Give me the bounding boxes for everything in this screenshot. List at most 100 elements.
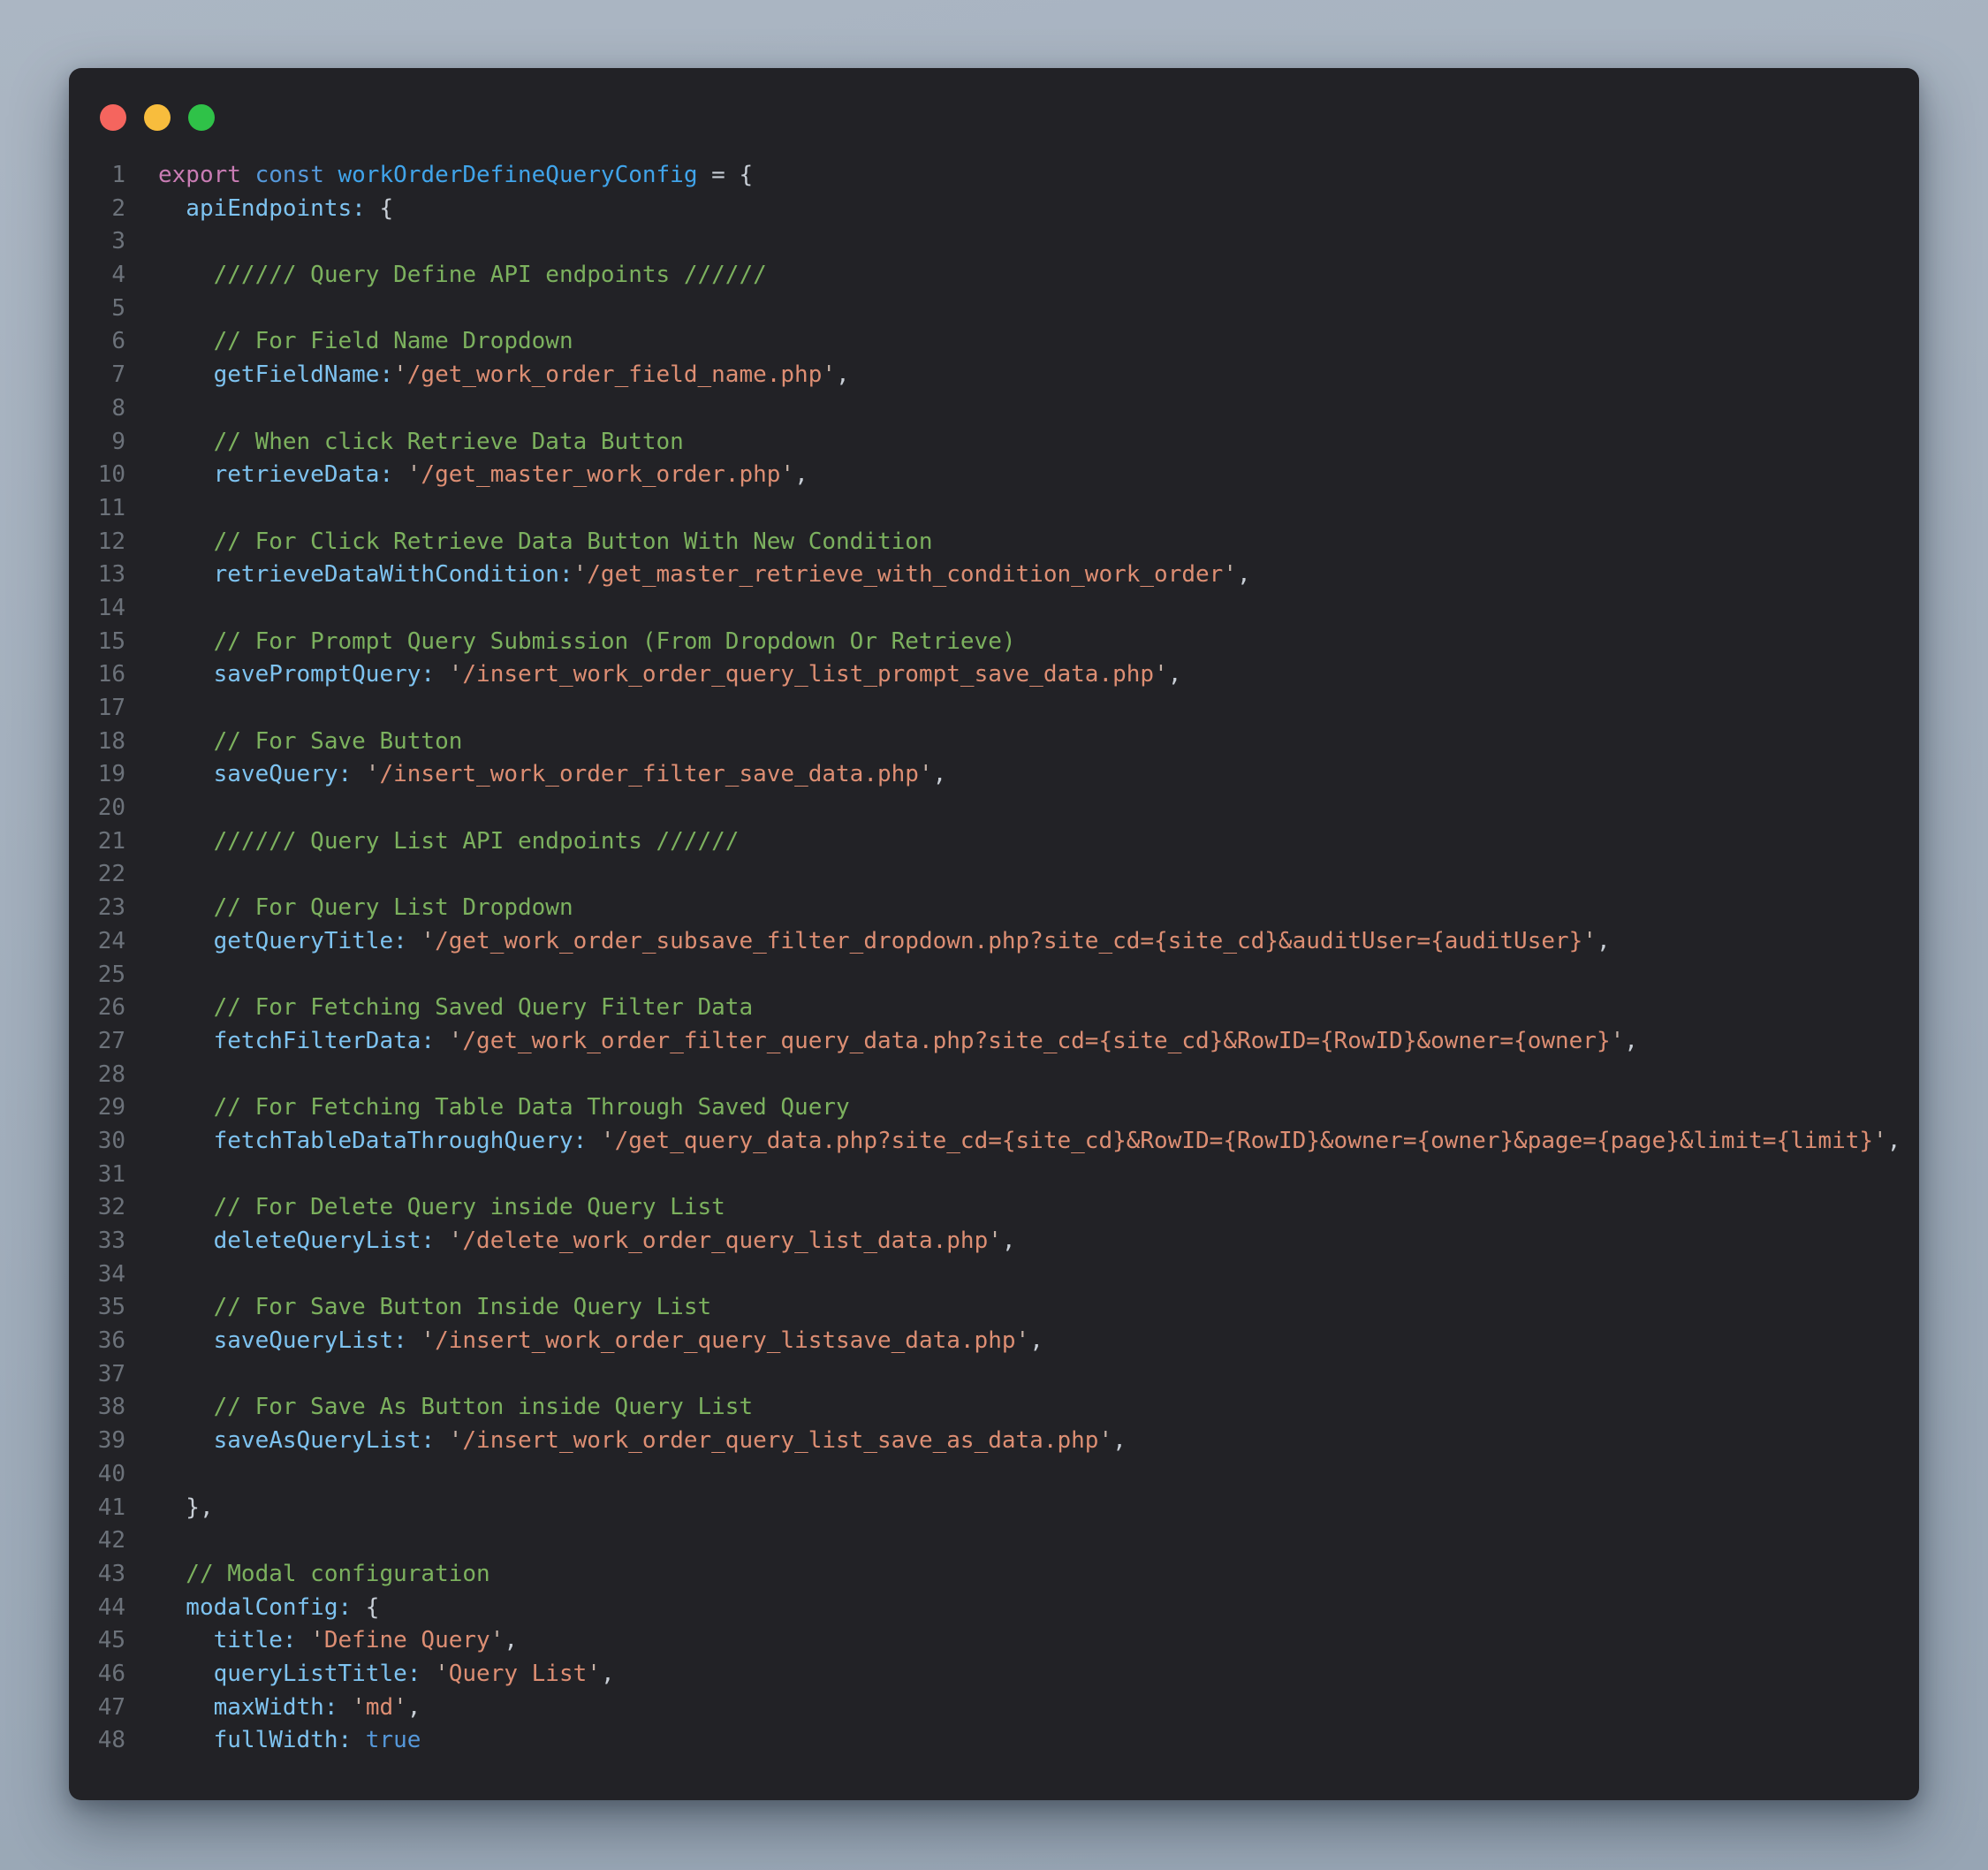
token-comment: // For Fetching Saved Query Filter Data xyxy=(158,994,753,1021)
code-text: retrieveDataWithCondition:'/get_master_r… xyxy=(158,559,1251,592)
token-punctuation: , xyxy=(1112,1427,1127,1454)
code-line: 36 saveQueryList: '/insert_work_order_qu… xyxy=(69,1325,1919,1358)
token-string: /insert_work_order_query_listsave_data.p… xyxy=(435,1327,1015,1354)
token-keyword2: const xyxy=(255,162,338,188)
token-punctuation: , xyxy=(601,1661,615,1687)
code-text: // For Field Name Dropdown xyxy=(158,325,573,359)
token-quote: ' xyxy=(435,1028,462,1054)
line-number: 41 xyxy=(69,1492,125,1525)
code-line: 29 // For Fetching Table Data Through Sa… xyxy=(69,1091,1919,1125)
code-line: 14 xyxy=(69,592,1919,626)
token-keyword: export xyxy=(158,162,255,188)
code-line: 24 getQueryTitle: '/get_work_order_subsa… xyxy=(69,925,1919,959)
token-punctuation: = { xyxy=(698,162,754,188)
line-number: 21 xyxy=(69,825,125,859)
code-text: export const workOrderDefineQueryConfig … xyxy=(158,159,753,193)
code-line: 42 xyxy=(69,1524,1919,1558)
code-area[interactable]: 1export const workOrderDefineQueryConfig… xyxy=(69,159,1919,1758)
code-line: 33 deleteQueryList: '/delete_work_order_… xyxy=(69,1225,1919,1258)
code-line: 34 xyxy=(69,1258,1919,1292)
line-number: 46 xyxy=(69,1658,125,1691)
token-quote: ' xyxy=(919,761,933,787)
code-line: 21 ////// Query List API endpoints /////… xyxy=(69,825,1919,859)
code-line: 4 ////// Query Define API endpoints ////… xyxy=(69,259,1919,293)
line-number: 39 xyxy=(69,1425,125,1458)
token-punctuation: { xyxy=(352,1594,379,1621)
line-number: 37 xyxy=(69,1358,125,1392)
code-line: 47 maxWidth: 'md', xyxy=(69,1691,1919,1725)
line-number: 5 xyxy=(69,293,125,326)
token-comment: // For Prompt Query Submission (From Dro… xyxy=(158,628,1016,655)
line-number: 33 xyxy=(69,1225,125,1258)
line-number: 44 xyxy=(69,1592,125,1625)
code-text: ////// Query List API endpoints ////// xyxy=(158,825,739,859)
line-number: 31 xyxy=(69,1159,125,1192)
close-button[interactable] xyxy=(100,104,126,131)
code-line: 5 xyxy=(69,293,1919,326)
token-comment: // For Save As Button inside Query List xyxy=(158,1394,753,1420)
code-line: 27 fetchFilterData: '/get_work_order_fil… xyxy=(69,1025,1919,1059)
line-number: 42 xyxy=(69,1524,125,1558)
line-number: 30 xyxy=(69,1125,125,1159)
code-text: // For Query List Dropdown xyxy=(158,892,573,925)
code-text: saveAsQueryList: '/insert_work_order_que… xyxy=(158,1425,1127,1458)
token-property: title: xyxy=(158,1627,297,1653)
code-line: 20 xyxy=(69,792,1919,825)
token-punctuation: , xyxy=(794,461,808,488)
token-quote: ' xyxy=(1873,1128,1887,1154)
line-number: 22 xyxy=(69,858,125,892)
line-number: 24 xyxy=(69,925,125,959)
token-string: /insert_work_order_query_list_prompt_sav… xyxy=(462,661,1154,688)
code-text: // Modal configuration xyxy=(158,1558,490,1592)
token-punctuation: { xyxy=(366,195,393,222)
token-punctuation: }, xyxy=(158,1494,214,1521)
code-line: 22 xyxy=(69,858,1919,892)
line-number: 10 xyxy=(69,459,125,492)
token-punctuation: , xyxy=(1168,661,1182,688)
token-property: maxWidth: xyxy=(158,1694,338,1721)
code-text: saveQuery: '/insert_work_order_filter_sa… xyxy=(158,758,946,792)
line-number: 16 xyxy=(69,658,125,692)
token-quote: ' xyxy=(587,1128,614,1154)
token-quote: ' xyxy=(1223,561,1237,588)
code-line: 26 // For Fetching Saved Query Filter Da… xyxy=(69,992,1919,1025)
line-number: 35 xyxy=(69,1291,125,1325)
line-number: 43 xyxy=(69,1558,125,1592)
code-text: modalConfig: { xyxy=(158,1592,379,1625)
code-line: 39 saveAsQueryList: '/insert_work_order_… xyxy=(69,1425,1919,1458)
line-number: 11 xyxy=(69,492,125,526)
line-number: 20 xyxy=(69,792,125,825)
token-punctuation: , xyxy=(504,1627,518,1653)
token-quote: ' xyxy=(573,561,588,588)
window-titlebar[interactable] xyxy=(100,104,215,131)
code-line: 48 fullWidth: true xyxy=(69,1724,1919,1758)
line-number: 19 xyxy=(69,758,125,792)
code-text: apiEndpoints: { xyxy=(158,193,393,226)
code-line: 15 // For Prompt Query Submission (From … xyxy=(69,626,1919,659)
token-keyword2: true xyxy=(352,1727,421,1753)
token-comment: // For Fetching Table Data Through Saved… xyxy=(158,1094,850,1121)
minimize-button[interactable] xyxy=(144,104,171,131)
line-number: 7 xyxy=(69,359,125,392)
code-line: 35 // For Save Button Inside Query List xyxy=(69,1291,1919,1325)
zoom-button[interactable] xyxy=(188,104,215,131)
code-line: 18 // For Save Button xyxy=(69,726,1919,759)
token-comment: // For Click Retrieve Data Button With N… xyxy=(158,528,933,555)
token-quote: ' xyxy=(393,1694,407,1721)
line-number: 8 xyxy=(69,392,125,426)
code-line: 19 saveQuery: '/insert_work_order_filter… xyxy=(69,758,1919,792)
code-text: // When click Retrieve Data Button xyxy=(158,426,684,460)
token-property: apiEndpoints: xyxy=(158,195,366,222)
token-quote: ' xyxy=(338,1694,366,1721)
code-text: // For Click Retrieve Data Button With N… xyxy=(158,526,933,559)
token-property: deleteQueryList: xyxy=(158,1228,435,1254)
code-line: 11 xyxy=(69,492,1919,526)
token-quote: ' xyxy=(1611,1028,1625,1054)
code-text: fetchFilterData: '/get_work_order_filter… xyxy=(158,1025,1638,1059)
line-number: 28 xyxy=(69,1059,125,1092)
token-string: /get_work_order_subsave_filter_dropdown.… xyxy=(435,928,1582,954)
token-property: saveAsQueryList: xyxy=(158,1427,435,1454)
token-property: retrieveDataWithCondition: xyxy=(158,561,573,588)
token-variable: workOrderDefineQueryConfig xyxy=(338,162,698,188)
token-quote: ' xyxy=(435,1427,462,1454)
